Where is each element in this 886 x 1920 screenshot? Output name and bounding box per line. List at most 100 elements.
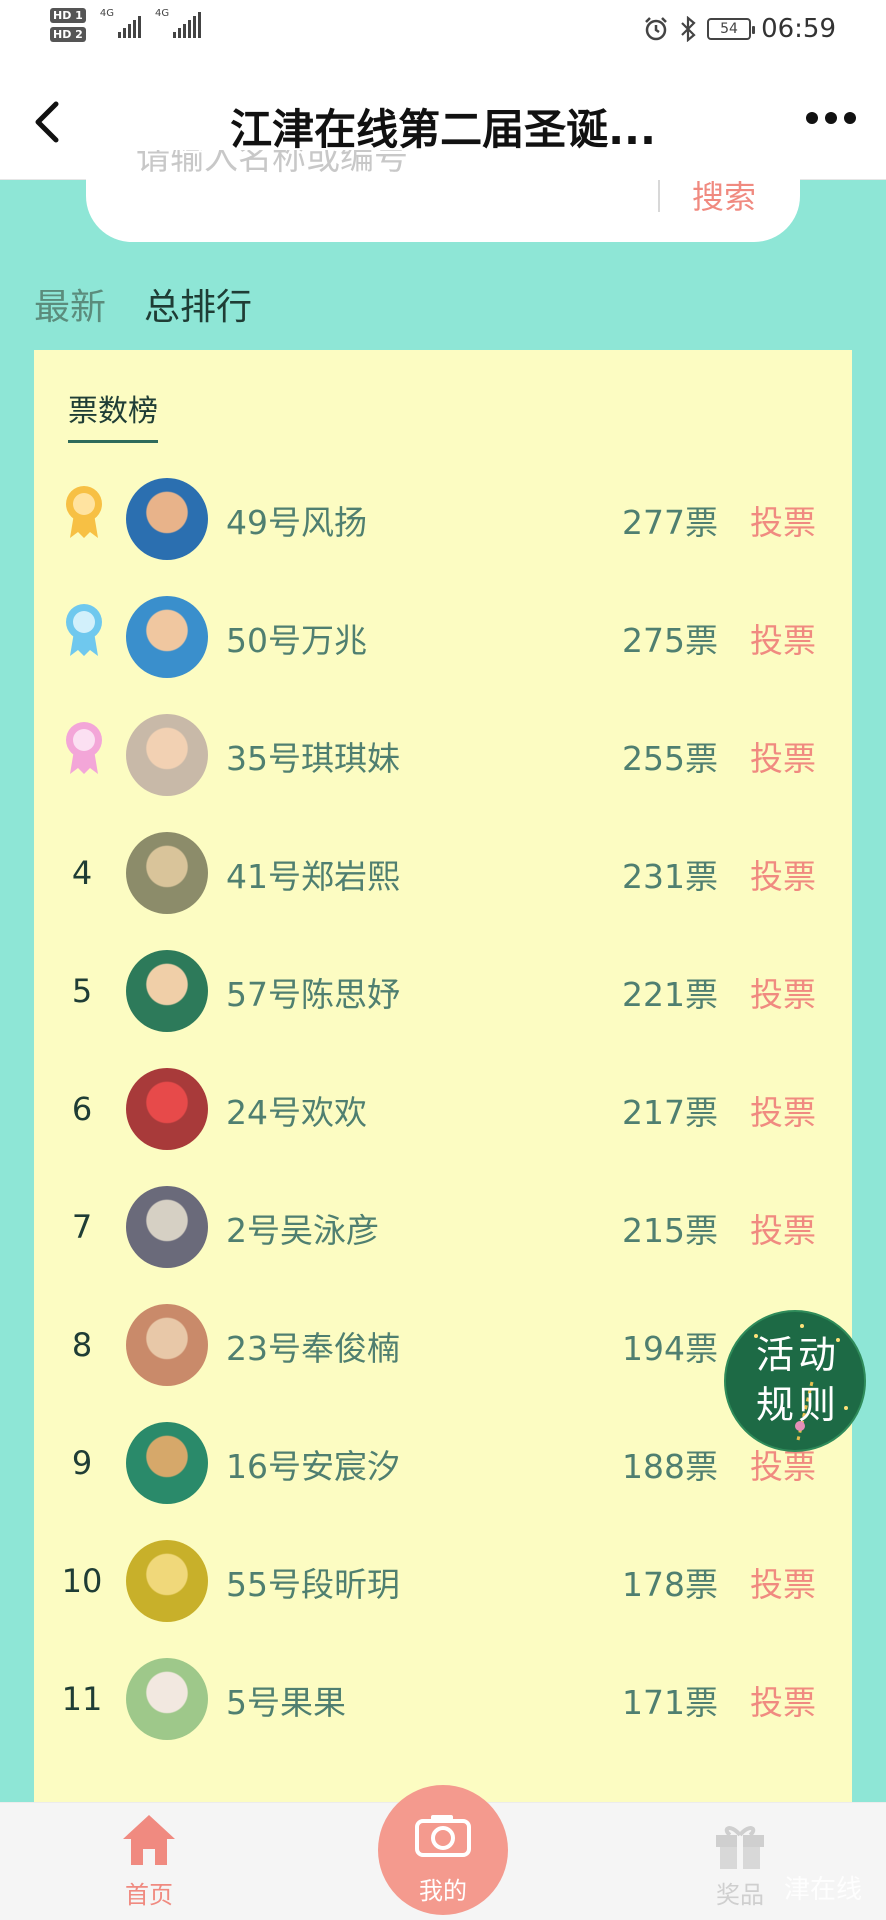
rank-number: 9 [71, 1444, 93, 1482]
nav-mine-label: 我的 [419, 1877, 467, 1905]
vote-count: 188票 [622, 1447, 718, 1486]
rank-number: 10 [61, 1562, 103, 1600]
leaderboard-row: 6 24号欢欢 217票 投票 [34, 1050, 852, 1168]
leaderboard-row: 11 5号果果 171票 投票 [34, 1640, 852, 1758]
rank-number: 6 [71, 1090, 93, 1128]
page-title: 江津在线第二届圣诞... [230, 105, 656, 154]
contestant-name[interactable]: 49号风扬 [226, 496, 367, 544]
avatar[interactable] [126, 1422, 208, 1504]
contestant-name[interactable]: 55号段昕玥 [226, 1558, 400, 1606]
avatar[interactable] [126, 1186, 208, 1268]
status-left: HD 1 HD 2 4G 4G [50, 8, 202, 42]
search-bar: 请输入名称或编号 搜索 [86, 150, 800, 242]
contestant-name[interactable]: 16号安宸汐 [226, 1440, 400, 1488]
leaderboard-row: 49号风扬 277票 投票 [34, 460, 852, 578]
vote-count: 194票 [622, 1329, 718, 1368]
avatar[interactable] [126, 950, 208, 1032]
vote-count: 277票 [622, 503, 718, 542]
vote-count: 231票 [622, 857, 718, 896]
vote-button[interactable]: 投票 [750, 1086, 816, 1134]
leaderboard-row: 7 2号吴泳彦 215票 投票 [34, 1168, 852, 1286]
leaderboard-row: 50号万兆 275票 投票 [34, 578, 852, 696]
vote-count: 178票 [622, 1565, 718, 1604]
status-bar: HD 1 HD 2 4G 4G 54 06:59 [0, 0, 886, 62]
rank-number: 8 [71, 1326, 93, 1364]
nav-mine[interactable]: 我的 [378, 1785, 508, 1915]
avatar[interactable] [126, 832, 208, 914]
tab-overall-ranking[interactable]: 总排行 [144, 278, 252, 330]
vote-button[interactable]: 投票 [750, 614, 816, 662]
rank-number: 5 [71, 972, 93, 1010]
vote-button[interactable]: 投票 [750, 850, 816, 898]
leaderboard-row: 4 41号郑岩熙 231票 投票 [34, 814, 852, 932]
contestant-name[interactable]: 50号万兆 [226, 614, 367, 662]
clock: 06:59 [761, 14, 836, 44]
medal-gold-icon [66, 486, 102, 538]
contestant-name[interactable]: 24号欢欢 [226, 1086, 367, 1134]
vote-button[interactable]: 投票 [750, 496, 816, 544]
net1-label: 4G [99, 8, 114, 19]
avatar[interactable] [126, 1540, 208, 1622]
contestant-name[interactable]: 35号琪琪妹 [226, 732, 400, 780]
camera-icon [415, 1815, 471, 1857]
tab-latest[interactable]: 最新 [34, 278, 106, 330]
nav-prize-label: 奖品 [716, 1881, 764, 1909]
bottom-nav: 首页 我的 奖品 津在线 [0, 1785, 886, 1920]
leaderboard-row: 5 57号陈思妤 221票 投票 [34, 932, 852, 1050]
status-right: 54 06:59 [643, 14, 836, 44]
tabs: 最新 总排行 [34, 278, 252, 330]
signal-icon: 4G [100, 8, 141, 38]
avatar[interactable] [126, 596, 208, 678]
vote-button[interactable]: 投票 [750, 1204, 816, 1252]
battery-level: 54 [720, 21, 738, 37]
more-dots-icon[interactable] [806, 112, 856, 124]
signal-icon-2: 4G [154, 8, 202, 38]
avatar[interactable] [126, 1658, 208, 1740]
vote-count: 171票 [622, 1683, 718, 1722]
vote-count: 275票 [622, 621, 718, 660]
gift-icon [716, 1826, 764, 1869]
vote-count: 217票 [622, 1093, 718, 1132]
search-input[interactable]: 请输入名称或编号 [136, 150, 408, 204]
leaderboard-row: 10 55号段昕玥 178票 投票 [34, 1522, 852, 1640]
home-icon [123, 1815, 175, 1865]
medal-pink-icon [66, 722, 102, 774]
alarm-icon [645, 17, 667, 41]
leaderboard-row: 35号琪琪妹 255票 投票 [34, 696, 852, 814]
vote-button[interactable]: 投票 [750, 732, 816, 780]
hd-badges: HD 1 HD 2 [50, 8, 86, 42]
nav-home[interactable]: 首页 [106, 1811, 192, 1910]
contestant-name[interactable]: 2号吴泳彦 [226, 1204, 379, 1252]
avatar[interactable] [126, 1304, 208, 1386]
rules-label: 活动规则 [755, 1333, 840, 1427]
back-chevron-icon[interactable] [28, 98, 68, 146]
hd2-badge: HD 2 [50, 27, 86, 42]
vote-button[interactable]: 投票 [750, 968, 816, 1016]
watermark: 津在线 [783, 1875, 862, 1905]
contestant-name[interactable]: 41号郑岩熙 [226, 850, 400, 898]
rules-button[interactable]: 活动规则 [724, 1310, 866, 1452]
rank-number: 4 [71, 854, 93, 892]
vote-count: 221票 [622, 975, 718, 1014]
vote-count: 255票 [622, 739, 718, 778]
contestant-name[interactable]: 23号奉俊楠 [226, 1322, 400, 1370]
search-button[interactable]: 搜索 [692, 172, 756, 218]
bluetooth-icon [681, 16, 696, 42]
contestant-name[interactable]: 57号陈思妤 [226, 968, 400, 1016]
vote-button[interactable]: 投票 [750, 1676, 816, 1724]
search-divider [658, 180, 660, 212]
rank-number: 11 [61, 1680, 103, 1718]
net2-label: 4G [154, 8, 170, 19]
medal-blue-icon [66, 604, 102, 656]
contestant-name[interactable]: 5号果果 [226, 1676, 346, 1724]
vote-button[interactable]: 投票 [750, 1558, 816, 1606]
avatar[interactable] [126, 478, 208, 560]
avatar[interactable] [126, 1068, 208, 1150]
battery-icon: 54 [707, 18, 756, 40]
leaderboard-title[interactable]: 票数榜 [68, 386, 158, 443]
hd1-badge: HD 1 [50, 8, 86, 23]
nav-prize[interactable]: 奖品 [700, 1815, 780, 1910]
nav-home-label: 首页 [125, 1881, 173, 1909]
avatar[interactable] [126, 714, 208, 796]
vote-count: 215票 [622, 1211, 718, 1250]
